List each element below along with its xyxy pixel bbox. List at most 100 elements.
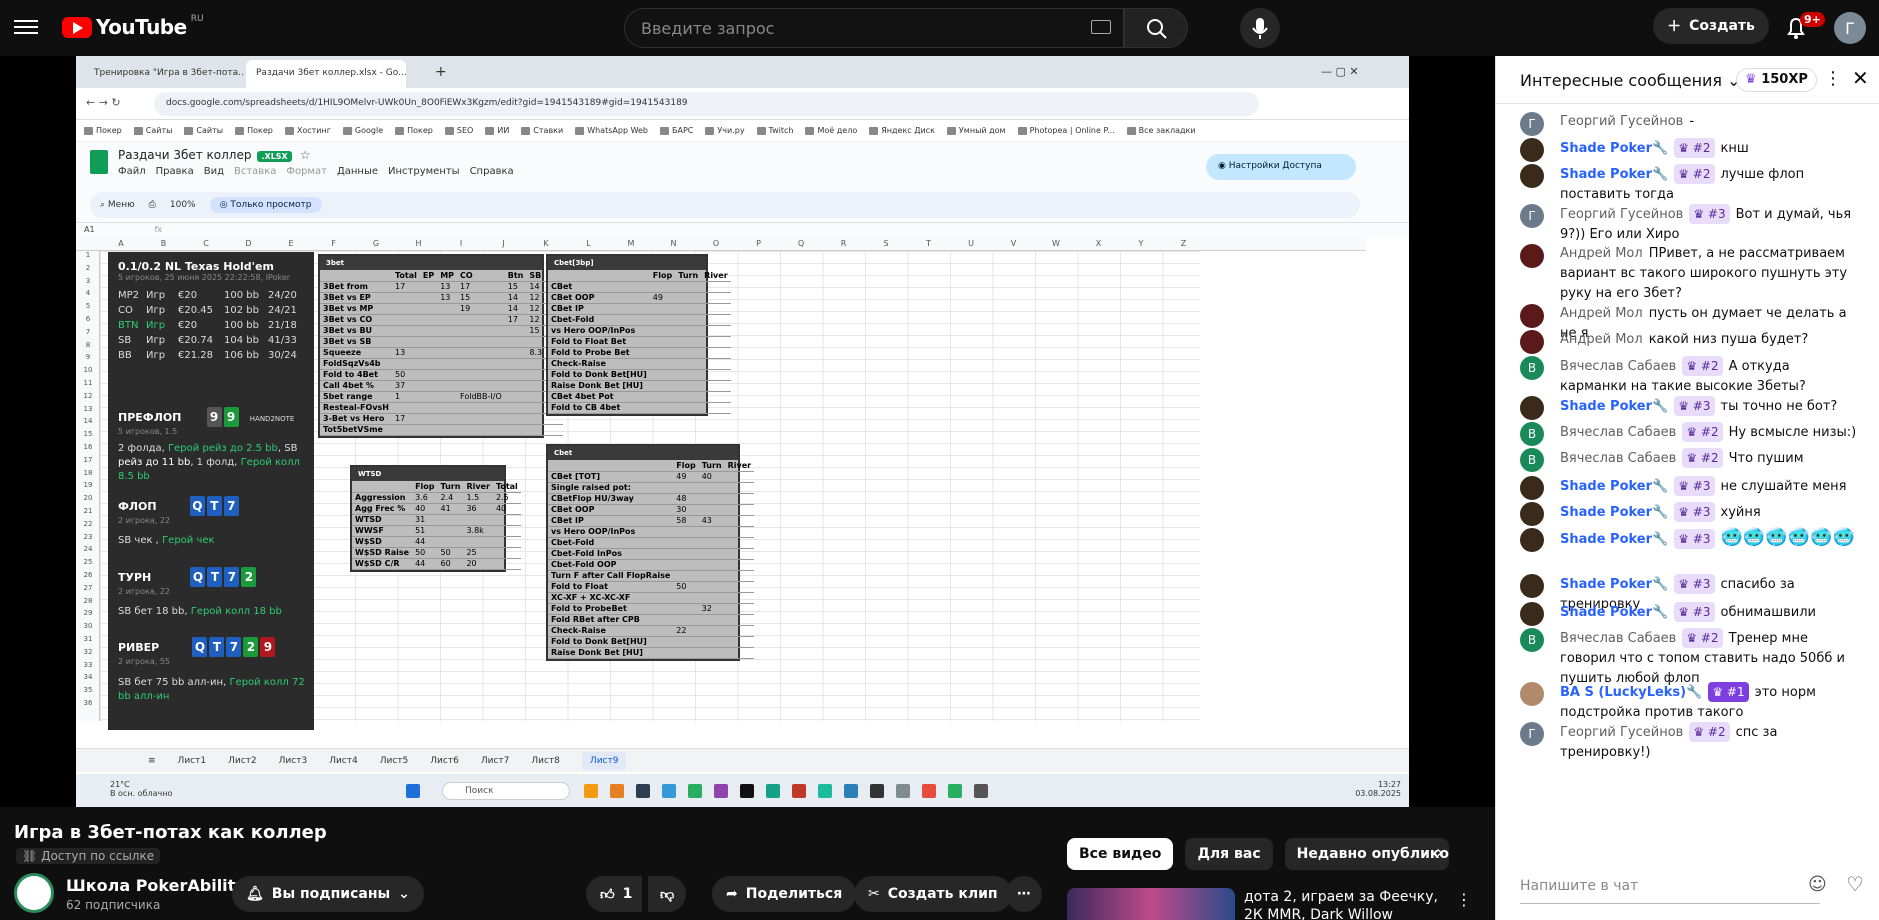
share-button[interactable]: ◉ Настройки Доступа [1206, 154, 1356, 180]
chat-author[interactable]: Андрей Мол [1560, 332, 1643, 347]
column-header[interactable]: E [270, 239, 312, 248]
filter-for-you[interactable]: Для вас [1185, 838, 1273, 870]
chat-avatar[interactable]: Г [1520, 204, 1544, 228]
sheet-tab[interactable]: Лист7 [481, 756, 510, 766]
row-header[interactable]: 29 [76, 609, 100, 617]
taskbar-app-icon[interactable] [714, 784, 728, 798]
channel-avatar[interactable] [14, 873, 54, 913]
column-header[interactable]: T [908, 239, 950, 248]
print-icon[interactable]: ⎙ [149, 200, 156, 210]
url-field[interactable]: docs.google.com/spreadsheets/d/1HIL9OMel… [154, 92, 1259, 116]
chat-author[interactable]: Андрей Мол [1560, 306, 1643, 321]
menu-edit[interactable]: Правка [156, 166, 194, 177]
more-actions-button[interactable]: ⋯ [1006, 876, 1042, 912]
bookmark-item[interactable]: Моё дело [805, 124, 857, 137]
bookmark-item[interactable]: Photopea | Online P... [1017, 124, 1115, 137]
bookmark-item[interactable]: Twitch [756, 124, 793, 137]
new-tab-icon[interactable]: + [431, 60, 451, 88]
bookmark-item[interactable]: Сайты [184, 124, 223, 137]
chat-more-icon[interactable]: ⋮ [1824, 68, 1842, 89]
chat-author[interactable]: Shade Poker🔧 [1560, 141, 1668, 156]
column-header[interactable]: V [993, 239, 1035, 248]
row-header[interactable]: 7 [76, 328, 100, 336]
column-header[interactable]: F [313, 239, 355, 248]
like-button[interactable]: 👍︎ 1 [586, 876, 643, 912]
chat-author[interactable]: Shade Poker🔧 [1560, 167, 1668, 182]
taskbar-app-icon[interactable] [766, 784, 780, 798]
chat-avatar[interactable] [1520, 304, 1544, 328]
chat-author[interactable]: Андрей Мол [1560, 246, 1643, 261]
row-header[interactable]: 34 [76, 673, 100, 681]
weather-widget[interactable]: 21°C В осн. облачно [110, 780, 172, 798]
recommended-thumbnail[interactable] [1067, 888, 1235, 920]
row-header[interactable]: 27 [76, 584, 100, 592]
bookmark-item[interactable]: Хостинг [284, 124, 331, 137]
chat-avatar[interactable] [1520, 138, 1544, 162]
row-header[interactable]: 35 [76, 686, 100, 694]
row-header[interactable]: 9 [76, 353, 100, 361]
taskbar-app-icon[interactable] [870, 784, 884, 798]
row-header[interactable]: 21 [76, 507, 100, 515]
menu-data[interactable]: Данные [337, 166, 378, 177]
heart-icon[interactable]: ♡ [1846, 872, 1864, 896]
chat-author[interactable]: Вячеслав Сабаев [1560, 359, 1676, 374]
row-header[interactable]: 14 [76, 417, 100, 425]
row-header[interactable]: 1 [76, 251, 100, 259]
create-button[interactable]: ＋ Создать [1653, 8, 1769, 44]
chat-author[interactable]: BA S (LuckyLeks)🔧 [1560, 685, 1702, 700]
row-header[interactable]: 11 [76, 379, 100, 387]
menu-file[interactable]: Файл [118, 166, 146, 177]
chat-author[interactable]: Георгий Гусейнов [1560, 725, 1683, 740]
chat-author[interactable]: Shade Poker🔧 [1560, 479, 1668, 494]
chat-avatar[interactable]: В [1520, 422, 1544, 446]
chat-avatar[interactable] [1520, 502, 1544, 526]
share-video-button[interactable]: ➦ Поделиться [712, 876, 857, 912]
subscribed-button[interactable]: 🔔︎ Вы подписаны ⌄ [232, 876, 424, 912]
column-header[interactable]: K [525, 239, 567, 248]
sheet-tab[interactable]: Лист2 [228, 756, 257, 766]
sheet-tab[interactable]: Лист6 [430, 756, 459, 766]
sheet-tab[interactable]: Лист9 [581, 751, 627, 770]
taskbar-app-icon[interactable] [636, 784, 650, 798]
bookmark-item[interactable]: БАРС [660, 124, 693, 137]
menu-view[interactable]: Вид [204, 166, 224, 177]
keyboard-icon[interactable] [1091, 20, 1111, 34]
star-icon[interactable]: ☆ [300, 148, 311, 162]
column-header[interactable]: P [738, 239, 780, 248]
chat-author[interactable]: Shade Poker🔧 [1560, 399, 1668, 414]
chat-avatar[interactable]: В [1520, 628, 1544, 652]
browser-tab-1[interactable]: Тренировка "Игра в 3бет-пота... [84, 60, 244, 88]
menu-icon[interactable] [14, 16, 38, 40]
taskbar-app-icon[interactable] [792, 784, 806, 798]
row-header[interactable]: 23 [76, 533, 100, 541]
chat-avatar[interactable] [1520, 476, 1544, 500]
column-header[interactable]: B [143, 239, 185, 248]
nav-arrows-icon[interactable]: ← → ↻ [86, 96, 121, 109]
row-header[interactable]: 18 [76, 469, 100, 477]
row-header[interactable]: 26 [76, 571, 100, 579]
window-controls[interactable]: — ▢ ✕ [1316, 60, 1406, 88]
youtube-logo[interactable]: YouTube RU [62, 14, 204, 39]
taskbar-app-icon[interactable] [688, 784, 702, 798]
all-sheets-icon[interactable]: ≡ [148, 756, 156, 766]
column-header[interactable]: G [355, 239, 397, 248]
chat-author[interactable]: Георгий Гусейнов [1560, 207, 1683, 222]
menu-insert[interactable]: Вставка [234, 166, 276, 177]
row-header[interactable]: 32 [76, 648, 100, 656]
bookmark-item[interactable]: Покер [84, 124, 122, 137]
column-header[interactable]: O [695, 239, 737, 248]
view-only-chip[interactable]: ◎ Только просмотр [209, 197, 322, 213]
bookmark-item[interactable]: WhatsApp Web [575, 124, 648, 137]
taskbar-app-icon[interactable] [922, 784, 936, 798]
row-header[interactable]: 30 [76, 622, 100, 630]
row-header[interactable]: 10 [76, 366, 100, 374]
row-header[interactable]: 12 [76, 392, 100, 400]
voice-search-button[interactable] [1240, 8, 1280, 48]
close-chat-icon[interactable]: ✕ [1852, 66, 1869, 90]
row-header[interactable]: 19 [76, 481, 100, 489]
column-header[interactable]: N [653, 239, 695, 248]
sheet-tab[interactable]: Лист4 [329, 756, 358, 766]
browser-tab-2[interactable]: Раздачи 3бет коллер.xlsx - Go... [246, 60, 406, 88]
dislike-button[interactable]: 👎︎ [648, 876, 687, 912]
search-input[interactable]: Введите запрос [624, 8, 1124, 48]
